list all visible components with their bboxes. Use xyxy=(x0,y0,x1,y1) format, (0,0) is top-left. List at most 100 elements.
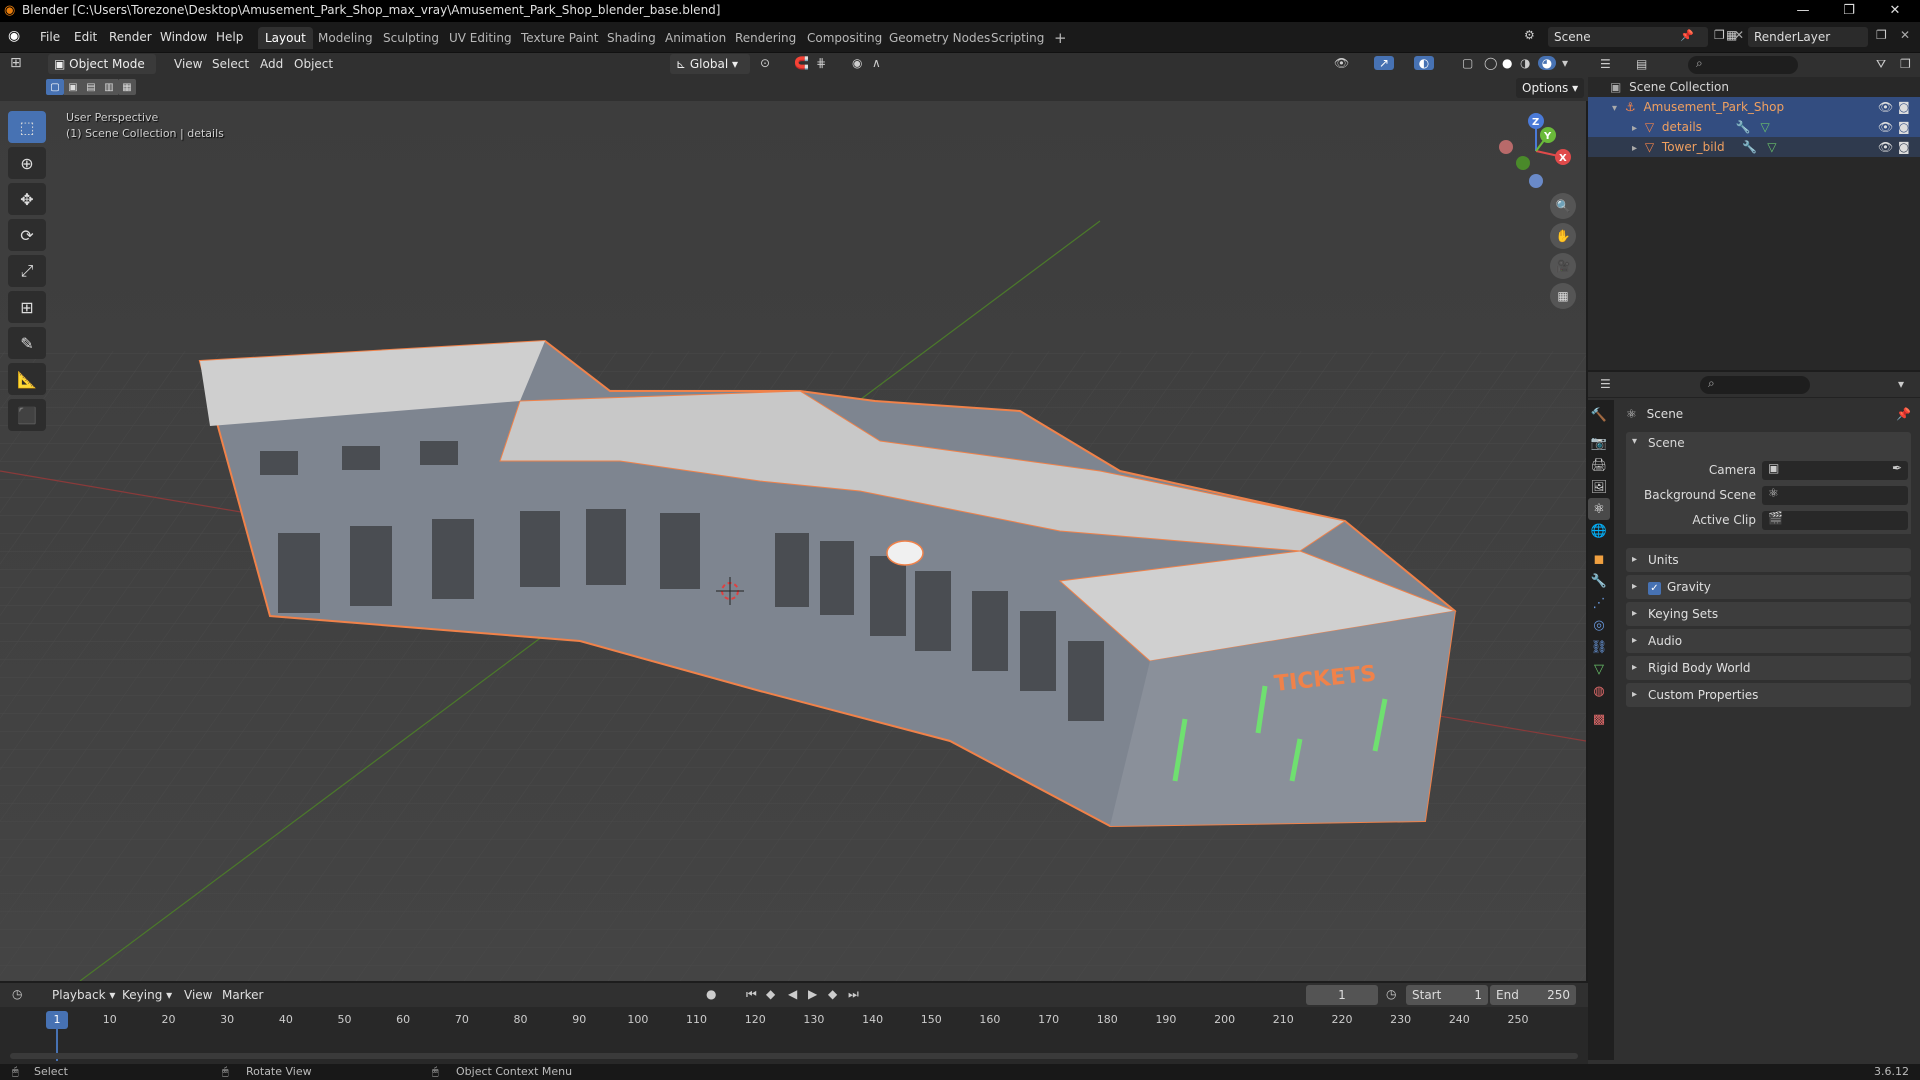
gizmo-icon[interactable]: ↗ xyxy=(1374,56,1394,70)
mode-selector[interactable]: ▣ Object Mode ▾ xyxy=(48,54,156,91)
select-extend-icon[interactable]: ▣ xyxy=(64,79,82,95)
transform-orientation[interactable]: ⊾ Global ▾ xyxy=(670,54,750,74)
vp-menu-object[interactable]: Object xyxy=(288,54,339,74)
expand-arrow-icon[interactable]: ▸ xyxy=(1588,143,1637,154)
audio-panel[interactable]: ▸ Audio xyxy=(1626,629,1911,653)
snap-target-icon[interactable]: ⋕ xyxy=(816,56,826,70)
data-tab-icon[interactable]: ▽ xyxy=(1588,658,1610,680)
expand-arrow-icon[interactable]: ▾ xyxy=(1588,103,1617,114)
properties-search[interactable]: ⌕ xyxy=(1700,376,1810,394)
tab-layout[interactable]: Layout xyxy=(258,27,313,49)
3d-viewport[interactable]: TICKETS Z X Y ⬚ ⊕ ✥ ⟳ ⤢ ⊞ ✎ 📐 ⬛ User Per… xyxy=(0,101,1586,981)
xray-icon[interactable]: ▢ xyxy=(1462,56,1473,70)
tab-texture-paint[interactable]: Texture Paint xyxy=(514,27,605,49)
render-layer-selector[interactable]: RenderLayer xyxy=(1748,27,1868,47)
pan-hand-icon[interactable]: ✋ xyxy=(1550,223,1576,249)
tab-shading[interactable]: Shading xyxy=(600,27,663,49)
scene-icon[interactable]: ⚙ xyxy=(1524,28,1535,42)
scene-tab-icon[interactable]: ⚛ xyxy=(1588,498,1610,520)
snap-icon[interactable]: 🧲 xyxy=(794,56,809,70)
playhead[interactable]: 1 xyxy=(46,1011,68,1029)
expand-arrow-icon[interactable]: ▸ xyxy=(1588,123,1637,134)
annotate-tool[interactable]: ✎ xyxy=(8,327,46,359)
camera-render-icon[interactable]: ◙ xyxy=(1898,137,1910,157)
new-scene-icon[interactable]: ❐ xyxy=(1714,28,1725,42)
keying-sets-panel[interactable]: ▸ Keying Sets xyxy=(1626,602,1911,626)
timeline-menu-view[interactable]: View xyxy=(178,985,218,1005)
eye-icon[interactable]: 👁 xyxy=(1878,117,1893,137)
shading-options-icon[interactable]: ▾ xyxy=(1562,56,1568,70)
timeline-ruler[interactable]: 1102030405060708090100110120130140150160… xyxy=(0,1007,1588,1064)
constraints-tab-icon[interactable]: ⛓ xyxy=(1588,636,1610,658)
outliner-search[interactable]: ⌕ xyxy=(1688,56,1798,74)
minimize-button[interactable]: — xyxy=(1780,0,1826,22)
texture-tab-icon[interactable]: ▩ xyxy=(1588,708,1610,730)
physics-tab-icon[interactable]: ◎ xyxy=(1588,614,1610,636)
vp-menu-select[interactable]: Select xyxy=(206,54,255,74)
units-panel[interactable]: ▸ Units xyxy=(1626,548,1911,572)
wireframe-shading-icon[interactable]: ◯ xyxy=(1484,56,1497,70)
menu-help[interactable]: Help xyxy=(210,27,249,47)
world-tab-icon[interactable]: 🌐 xyxy=(1588,520,1610,542)
tab-geometry-nodes[interactable]: Geometry Nodes xyxy=(882,27,997,49)
modifier-tab-icon[interactable]: 🔧 xyxy=(1588,570,1610,592)
gravity-panel[interactable]: ▸ ✓ Gravity xyxy=(1626,575,1911,599)
timeline-menu-marker[interactable]: Marker xyxy=(216,985,269,1005)
maximize-button[interactable]: ❐ xyxy=(1826,0,1872,22)
jump-start-icon[interactable]: ⏮ xyxy=(746,987,757,1002)
scale-tool[interactable]: ⤢ xyxy=(8,255,46,287)
timeline-menu-playback[interactable]: Playback ▾ xyxy=(46,985,121,1005)
jump-end-icon[interactable]: ⏭ xyxy=(848,987,859,1002)
add-workspace-button[interactable]: + xyxy=(1047,27,1074,49)
modifier-wrench-icon[interactable]: 🔧 xyxy=(1728,140,1757,154)
outliner-editor-icon[interactable]: ☰ xyxy=(1600,57,1611,71)
select-box-tool[interactable]: ⬚ xyxy=(8,111,46,143)
tab-sculpting[interactable]: Sculpting xyxy=(376,27,446,49)
view-layer-tab-icon[interactable]: 🖼 xyxy=(1588,476,1610,498)
transform-tool[interactable]: ⊞ xyxy=(8,291,46,323)
start-frame-field[interactable]: Start 1 xyxy=(1406,985,1488,1005)
material-tab-icon[interactable]: ◍ xyxy=(1588,680,1610,702)
tool-tab-icon[interactable]: 🔨 xyxy=(1588,404,1610,426)
play-reverse-icon[interactable]: ◀ xyxy=(788,987,797,1001)
next-keyframe-icon[interactable]: ◆ xyxy=(828,987,837,1001)
select-intersect-icon[interactable]: ▦ xyxy=(118,79,136,95)
options-button[interactable]: Options ▾ xyxy=(1516,78,1585,98)
camera-field[interactable]: ▣ ✒ xyxy=(1762,461,1908,480)
play-icon[interactable]: ▶ xyxy=(808,987,817,1001)
tab-animation[interactable]: Animation xyxy=(658,27,733,49)
rendered-shading-icon[interactable]: ◕ xyxy=(1538,56,1556,70)
perspective-toggle-icon[interactable]: ▦ xyxy=(1550,283,1576,309)
prev-keyframe-icon[interactable]: ◆ xyxy=(766,987,775,1001)
eye-icon[interactable]: 👁 xyxy=(1878,97,1893,117)
properties-options-icon[interactable]: ▾ xyxy=(1898,377,1904,391)
filter-icon[interactable]: ⛛ xyxy=(1876,57,1886,72)
modifier-wrench-icon[interactable]: 🔧 xyxy=(1706,120,1751,134)
vp-menu-view[interactable]: View xyxy=(168,54,208,74)
render-tab-icon[interactable]: 📷 xyxy=(1588,432,1610,454)
tab-scripting[interactable]: Scripting xyxy=(984,27,1051,49)
record-icon[interactable]: ● xyxy=(706,987,716,1001)
camera-render-icon[interactable]: ◙ xyxy=(1898,117,1910,137)
delete-layer-icon[interactable]: ✕ xyxy=(1900,28,1910,42)
camera-render-icon[interactable]: ◙ xyxy=(1898,97,1910,117)
blender-menu-icon[interactable]: ◉ xyxy=(8,28,20,44)
custom-properties-panel[interactable]: ▸ Custom Properties xyxy=(1626,683,1911,707)
camera-view-icon[interactable]: 🎥 xyxy=(1550,253,1576,279)
current-frame-field[interactable]: 1 xyxy=(1306,985,1378,1005)
visibility-icon[interactable]: 👁 xyxy=(1334,56,1349,70)
outliner-root[interactable]: ▣ Scene Collection xyxy=(1588,77,1920,97)
move-tool[interactable]: ✥ xyxy=(8,183,46,215)
clock-icon[interactable]: ◷ xyxy=(1386,987,1396,1001)
scene-canvas[interactable]: TICKETS Z X Y xyxy=(0,101,1586,981)
rotate-tool[interactable]: ⟳ xyxy=(8,219,46,251)
proportional-edit-icon[interactable]: ◉ xyxy=(852,56,862,70)
solid-shading-icon[interactable]: ● xyxy=(1502,56,1512,70)
rigid-body-world-panel[interactable]: ▸ Rigid Body World xyxy=(1626,656,1911,680)
close-button[interactable]: ✕ xyxy=(1872,0,1918,22)
output-tab-icon[interactable]: 🖨 xyxy=(1588,454,1610,476)
cursor-tool[interactable]: ⊕ xyxy=(8,147,46,179)
overlay-icon[interactable]: ◐ xyxy=(1414,56,1434,70)
timeline-menu-keying[interactable]: Keying ▾ xyxy=(116,985,178,1005)
material-shading-icon[interactable]: ◑ xyxy=(1520,56,1530,70)
